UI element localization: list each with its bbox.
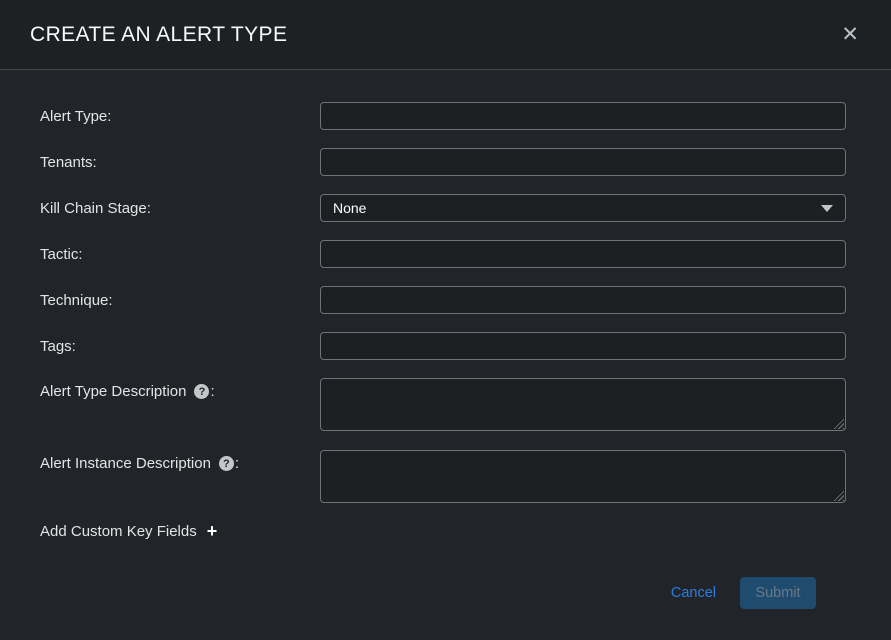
modal-header: CREATE AN ALERT TYPE ✕ [0,0,891,70]
alert-instance-description-label-suffix: : [235,455,239,472]
add-custom-key-fields: Add Custom Key Fields + [40,522,846,540]
tactic-label: Tactic: [40,246,320,263]
alert-instance-description-label-text: Alert Instance Description [40,455,211,472]
submit-button[interactable]: Submit [740,577,816,609]
form-row-tactic: Tactic: [40,240,846,268]
form-row-alert-instance-description: Alert Instance Description ? : [40,450,846,503]
tenants-label: Tenants: [40,154,320,171]
kill-chain-stage-selected-value: None [333,200,366,216]
form-row-tenants: Tenants: [40,148,846,176]
kill-chain-stage-select[interactable]: None [320,194,846,222]
tags-input[interactable] [320,332,846,360]
create-alert-type-modal: CREATE AN ALERT TYPE ✕ Alert Type: Tenan… [0,0,891,640]
tactic-input[interactable] [320,240,846,268]
add-icon[interactable]: + [207,522,218,540]
modal-footer: Cancel Submit [40,577,846,609]
help-icon[interactable]: ? [219,456,234,471]
technique-label: Technique: [40,292,320,309]
page-title: CREATE AN ALERT TYPE [30,23,287,47]
close-icon[interactable]: ✕ [837,22,863,47]
modal-body: Alert Type: Tenants: Kill Chain Stage: N… [0,70,891,640]
kill-chain-stage-label: Kill Chain Stage: [40,200,320,217]
add-custom-key-fields-label: Add Custom Key Fields [40,523,197,540]
form-row-tags: Tags: [40,332,846,360]
form-row-technique: Technique: [40,286,846,314]
tenants-input[interactable] [320,148,846,176]
technique-input[interactable] [320,286,846,314]
form-row-kill-chain-stage: Kill Chain Stage: None [40,194,846,222]
form-row-alert-type-description: Alert Type Description ? : [40,378,846,431]
help-icon[interactable]: ? [194,384,209,399]
cancel-button[interactable]: Cancel [671,585,716,601]
alert-type-label: Alert Type: [40,108,320,125]
alert-type-description-textarea[interactable] [320,378,846,431]
alert-instance-description-label: Alert Instance Description ? : [40,450,320,472]
alert-type-input[interactable] [320,102,846,130]
alert-type-description-label-suffix: : [210,383,214,400]
alert-instance-description-textarea[interactable] [320,450,846,503]
alert-type-description-label-text: Alert Type Description [40,383,186,400]
chevron-down-icon [821,205,833,212]
alert-type-description-label: Alert Type Description ? : [40,378,320,400]
tags-label: Tags: [40,338,320,355]
form-row-alert-type: Alert Type: [40,102,846,130]
